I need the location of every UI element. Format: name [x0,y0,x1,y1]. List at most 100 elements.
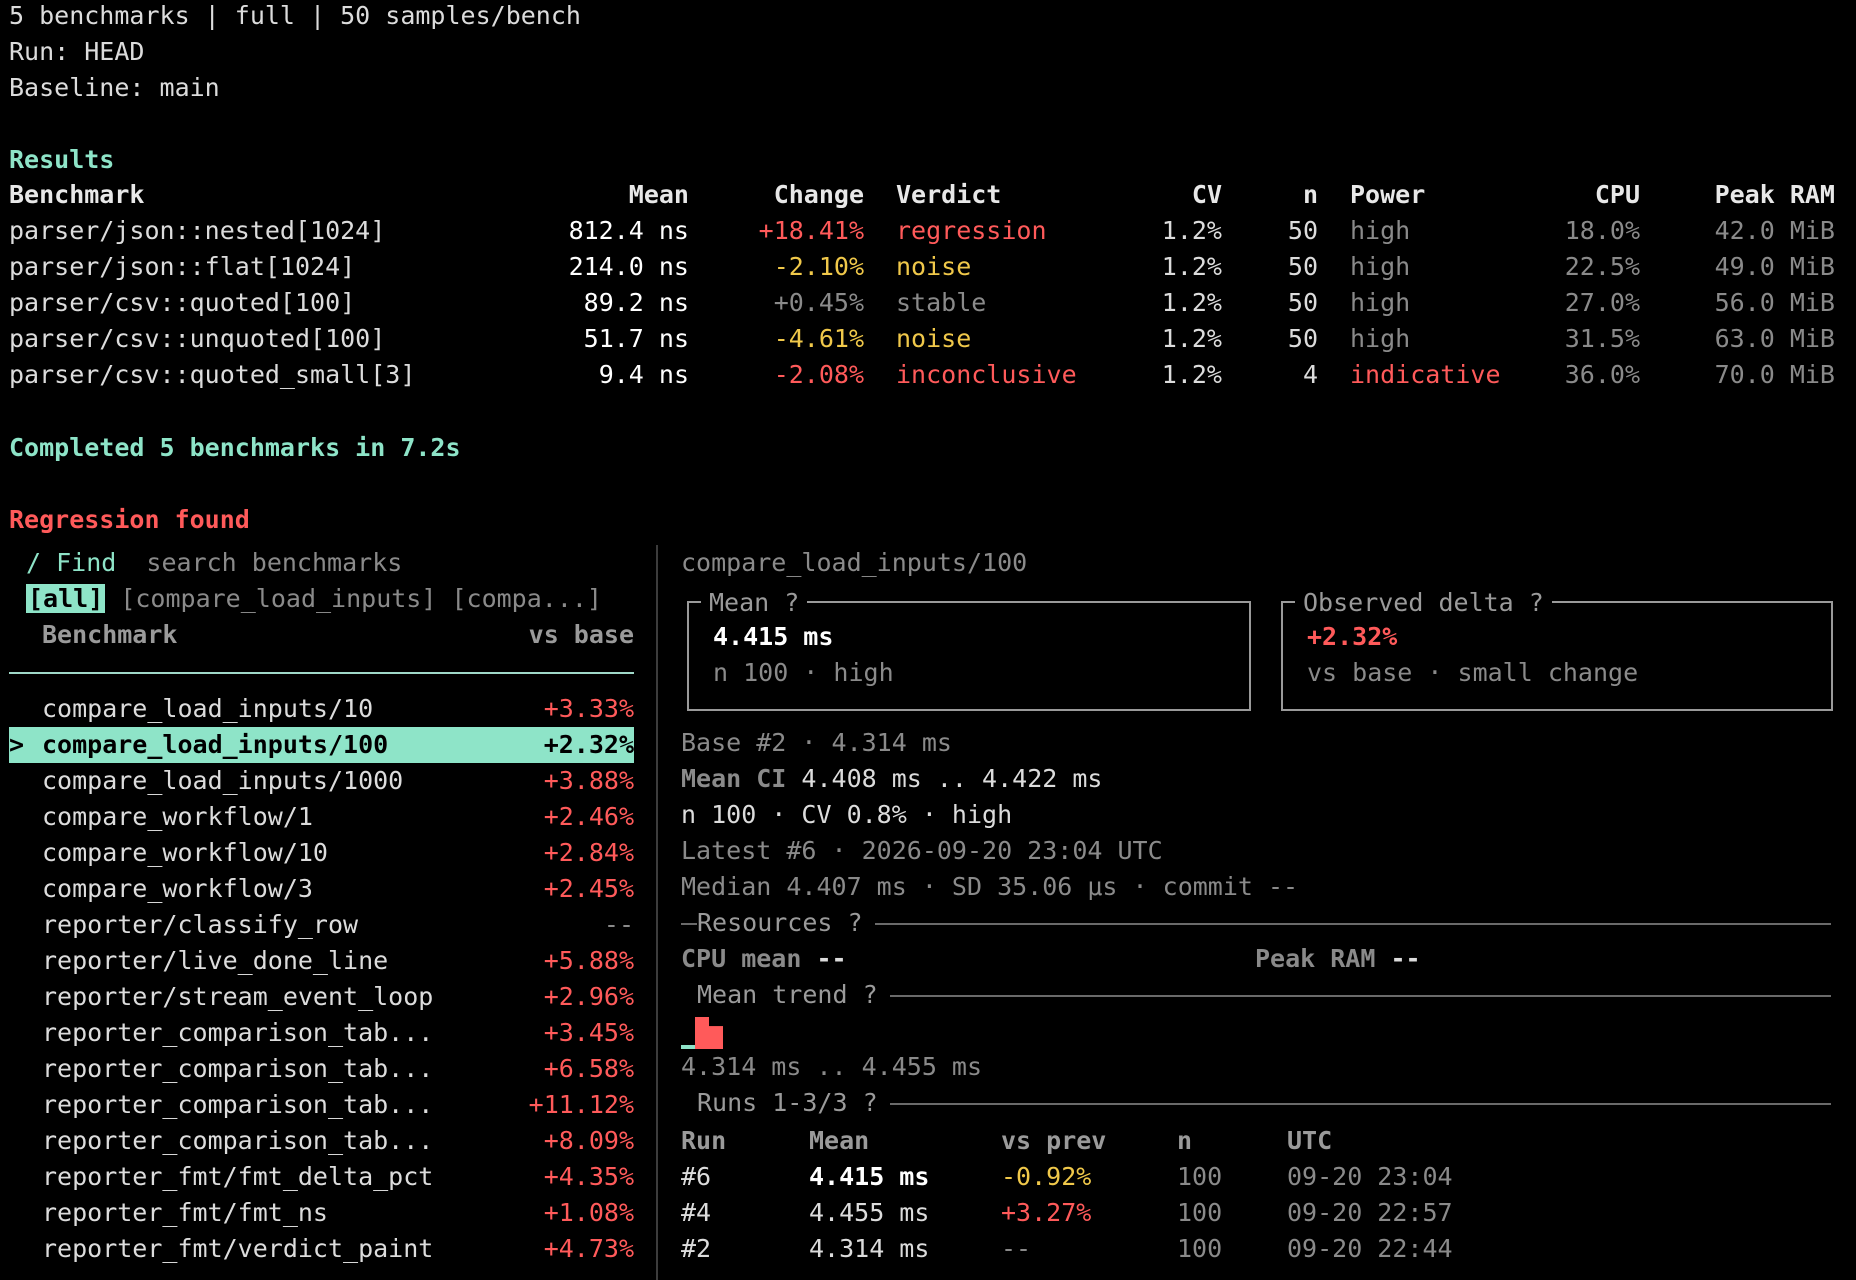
row-benchmark: parser/csv::quoted_small[3] [9,360,416,389]
list-col-vs-base: vs base [528,620,634,649]
row-cv: 1.2% [1161,288,1222,317]
delta-card-sub: vs base · small change [1307,658,1639,687]
row-change: +0.45% [773,288,864,317]
peak-ram-line: Peak RAM -- [1255,941,1421,977]
search-input[interactable]: search benchmarks [146,548,402,577]
col-benchmark: Benchmark [9,180,145,209]
row-verdict: noise [896,324,972,353]
run-row[interactable]: #4 4.455 ms +3.27% 100 09-20 22:57 [681,1195,1507,1231]
resources-label[interactable]: Resources ? [697,905,875,941]
delta-card-value: +2.32% [1307,622,1398,651]
n-cv-line: n 100 · CV 0.8% · high [681,800,1013,829]
runs-col-run: Run [681,1126,727,1155]
list-item[interactable]: reporter_comparison_tab... +11.12% [9,1087,634,1123]
cpu-mean-line: CPU mean -- [681,941,847,977]
run-label: Run: HEAD [9,37,145,66]
trend-bar [695,1017,709,1049]
row-benchmark: parser/json::nested[1024] [9,216,386,245]
row-power: high [1350,216,1411,245]
row-change: +18.41% [758,216,864,245]
mean-ci-label: Mean CI [681,764,787,793]
row-mean: 9.4 ns [598,360,689,389]
baseline-label: Baseline: main [9,73,220,102]
list-item[interactable]: compare_workflow/10 +2.84% [9,835,634,871]
row-power: high [1350,252,1411,281]
list-item[interactable]: reporter/stream_event_loop +2.96% [9,979,634,1015]
result-row: parser/csv::quoted_small[3] 9.4 ns -2.08… [9,357,1835,393]
trend-bar [709,1026,723,1049]
row-n: 4 [1302,360,1318,389]
trend-section: Mean trend ? [681,977,1831,1013]
row-peak-ram: 70.0 MiB [1714,360,1835,389]
latest-line: Latest #6 · 2026-09-20 23:04 UTC [681,836,1163,865]
list-item[interactable]: compare_load_inputs/10 +3.33% [9,691,634,727]
result-row: parser/csv::quoted[100] 89.2 ns +0.45% s… [9,285,1835,321]
filter-chip-compa[interactable]: [compa...] [451,584,602,613]
col-verdict: Verdict [896,180,1002,209]
row-mean: 51.7 ns [583,324,689,353]
runs-header-row: Run Mean vs prev n UTC [681,1123,1507,1159]
row-power: indicative [1350,360,1501,389]
row-peak-ram: 49.0 MiB [1714,252,1835,281]
runs-label[interactable]: Runs 1-3/3 ? [697,1085,890,1121]
row-change: -4.61% [773,324,864,353]
list-item[interactable]: reporter_comparison_tab... +6.58% [9,1051,634,1087]
col-mean: Mean [628,180,689,209]
list-item[interactable]: reporter/classify_row -- [9,907,634,943]
find-label[interactable]: / Find [26,548,116,577]
peak-ram-value: -- [1390,944,1421,973]
run-summary: 5 benchmarks | full | 50 samples/bench [9,1,581,30]
row-n: 50 [1287,216,1318,245]
base-line: Base #2 · 4.314 ms [681,728,952,757]
row-mean: 214.0 ns [568,252,689,281]
runs-col-n: n [1177,1126,1193,1155]
list-item[interactable]: compare_workflow/1 +2.46% [9,799,634,835]
row-n: 50 [1287,324,1318,353]
row-n: 50 [1287,288,1318,317]
delta-card-title[interactable]: Observed delta ? [1295,585,1552,621]
list-item[interactable]: reporter_fmt/fmt_delta_pct +4.35% [9,1159,634,1195]
list-item[interactable]: reporter_comparison_tab... +3.45% [9,1015,634,1051]
results-heading: Results [9,145,115,174]
row-benchmark: parser/csv::quoted[100] [9,288,356,317]
runs-col-utc: UTC [1287,1126,1333,1155]
row-cv: 1.2% [1161,216,1222,245]
filter-chips: [all] [compare_load_inputs] [compa...] [26,581,602,617]
col-cv: CV [1191,180,1222,209]
mean-ci-value: 4.408 ms .. 4.422 ms [801,764,1103,793]
list-item[interactable]: reporter_comparison_tab... +8.09% [9,1123,634,1159]
row-verdict: stable [896,288,987,317]
list-item-selected[interactable]: > compare_load_inputs/100 +2.32% [9,727,634,763]
list-item[interactable]: compare_load_inputs/1000 +3.88% [9,763,634,799]
list-item[interactable]: reporter/live_done_line +5.88% [9,943,634,979]
mean-card: Mean ? 4.415 ms n 100 · high [687,585,1251,711]
row-cpu: 36.0% [1564,360,1640,389]
benchmark-list: compare_load_inputs/10 +3.33% > compare_lo… [9,691,634,1267]
mean-trend-sparkline [681,1017,723,1049]
filter-chip-compare-load-inputs[interactable]: [compare_load_inputs] [120,584,436,613]
mean-card-sub: n 100 · high [713,658,894,687]
run-row[interactable]: #2 4.314 ms -- 100 09-20 22:44 [681,1231,1507,1267]
runs-col-mean: Mean [809,1126,870,1155]
find-bar[interactable]: / Find search benchmarks [26,545,402,581]
list-item[interactable]: reporter_fmt/fmt_ns +1.08% [9,1195,634,1231]
trend-label[interactable]: Mean trend ? [697,977,890,1013]
benchmark-detail: compare_load_inputs/100 Mean ? 4.415 ms … [681,545,1833,1280]
results-header-row: Benchmark Mean Change Verdict CV n Power… [9,177,1835,213]
filter-chip-all[interactable]: [all] [26,584,106,613]
mean-card-title[interactable]: Mean ? [701,585,808,621]
results-table: Benchmark Mean Change Verdict CV n Power… [9,177,1835,393]
benchmark-browser: / Find search benchmarks [all] [compare_… [9,545,634,1280]
row-cpu: 27.0% [1564,288,1640,317]
col-peak-ram: Peak RAM [1714,180,1835,209]
col-n: n [1302,180,1318,209]
row-cv: 1.2% [1161,360,1222,389]
row-n: 50 [1287,252,1318,281]
header-divider [9,672,634,674]
list-item[interactable]: compare_workflow/3 +2.45% [9,871,634,907]
run-row[interactable]: #6 4.415 ms -0.92% 100 09-20 23:04 [681,1159,1507,1195]
regression-status: Regression found [9,505,250,534]
list-item[interactable]: reporter_fmt/verdict_paint +4.73% [9,1231,634,1267]
row-peak-ram: 42.0 MiB [1714,216,1835,245]
cpu-mean-label: CPU mean [681,944,802,973]
